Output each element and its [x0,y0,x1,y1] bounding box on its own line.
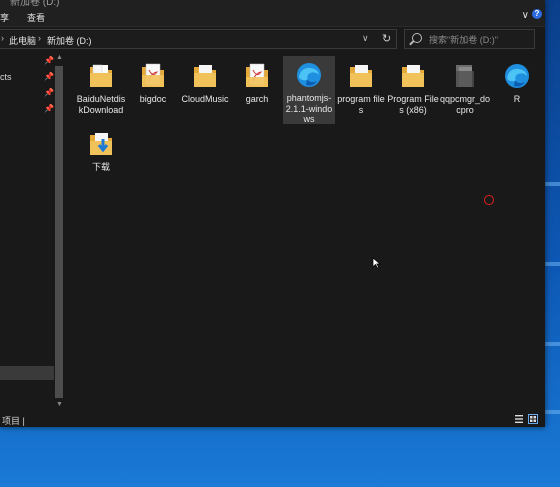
file-item[interactable]: garch [231,58,283,105]
nav-item-selected[interactable] [0,366,54,380]
minimize-button[interactable]: — [486,0,496,5]
file-item[interactable]: R [491,58,543,105]
scroll-up-icon[interactable]: ▲ [54,54,65,61]
title-bar: 新加卷 (D:) — [0,0,545,8]
edge-icon [294,60,324,90]
file-label: R [513,94,521,104]
file-label: CloudMusic [181,94,229,104]
address-bar: › 此电脑 › 新加卷 (D:) ∨ ↻ [0,27,545,51]
tab-view[interactable]: 查看 [27,11,45,24]
pdf-folder-icon [242,61,272,91]
breadcrumb-drive-d[interactable]: 新加卷 (D:) [47,34,92,47]
file-label: Program Files (x86) [387,94,439,115]
pin-icon[interactable]: 📌 [44,88,54,97]
file-item[interactable]: bigdoc [127,58,179,105]
ribbon-expand-chevron-icon[interactable]: ∨ [522,10,529,21]
pin-icon[interactable]: 📌 [44,72,54,81]
navigation-pane: cts 📌 📌 📌 📌 ▲ ▼ [0,52,66,412]
folder-icon [346,61,376,91]
file-item-selected[interactable]: phantomjs-2.1.1-windows [283,56,335,124]
large-icons-view-icon[interactable] [528,414,538,424]
pdf-folder-icon [138,61,168,91]
address-dropdown-icon[interactable]: ∨ [362,33,369,44]
search-input[interactable] [429,33,533,46]
breadcrumb-this-pc[interactable]: 此电脑 [9,34,36,47]
download-folder-icon [86,129,116,159]
file-label: qqpcmgr_docpro [439,94,491,115]
file-label: garch [245,94,269,104]
folder-icon [86,61,116,91]
file-item[interactable]: BaiduNetdiskDownload [75,58,127,115]
file-item[interactable]: qqpcmgr_docpro [439,58,491,115]
ribbon: 享 查看 ∨ ? [0,8,545,27]
details-view-icon[interactable] [514,414,524,424]
folder-icon [398,61,428,91]
file-item[interactable]: Program Files (x86) [387,58,439,115]
tab-share[interactable]: 享 [0,11,9,24]
folder-icon [190,61,220,91]
click-indicator-icon [484,195,494,205]
chevron-right-icon[interactable]: › [1,33,4,43]
file-explorer-window: 新加卷 (D:) — 享 查看 ∨ ? › 此电脑 › 新加卷 (D:) ∨ ↻… [0,0,545,427]
nav-item-documents[interactable]: cts [0,72,12,82]
file-item[interactable]: program files [335,58,387,115]
search-icon [412,33,422,43]
scroll-down-icon[interactable]: ▼ [54,401,65,408]
pin-icon[interactable]: 📌 [44,104,54,113]
chevron-right-icon[interactable]: › [38,33,41,43]
help-icon[interactable]: ? [532,9,542,19]
scrollbar-thumb[interactable] [55,66,63,398]
mouse-cursor-icon [372,257,381,269]
file-label: phantomjs-2.1.1-windows [285,93,333,124]
file-label: BaiduNetdiskDownload [76,94,126,115]
desktop-background [0,427,560,487]
nav-scrollbar[interactable]: ▲ ▼ [54,52,65,412]
file-item[interactable]: 下载 [75,126,127,173]
pin-icon[interactable]: 📌 [44,56,54,65]
search-box[interactable] [404,29,535,49]
dark-folder-icon [450,61,480,91]
edge-icon [502,61,532,91]
file-label: program files [337,94,385,115]
file-list-pane: BaiduNetdiskDownload bigdoc CloudMusic g… [70,52,545,412]
status-bar: 项目 | [0,412,545,427]
file-label: 下载 [91,162,110,172]
item-count-text: 项目 | [2,416,25,426]
refresh-icon[interactable]: ↻ [382,32,391,45]
address-field[interactable]: › 此电脑 › 新加卷 (D:) ∨ ↻ [0,29,397,49]
window-title: 新加卷 (D:) [10,0,60,8]
file-item[interactable]: CloudMusic [179,58,231,105]
file-label: bigdoc [139,94,167,104]
